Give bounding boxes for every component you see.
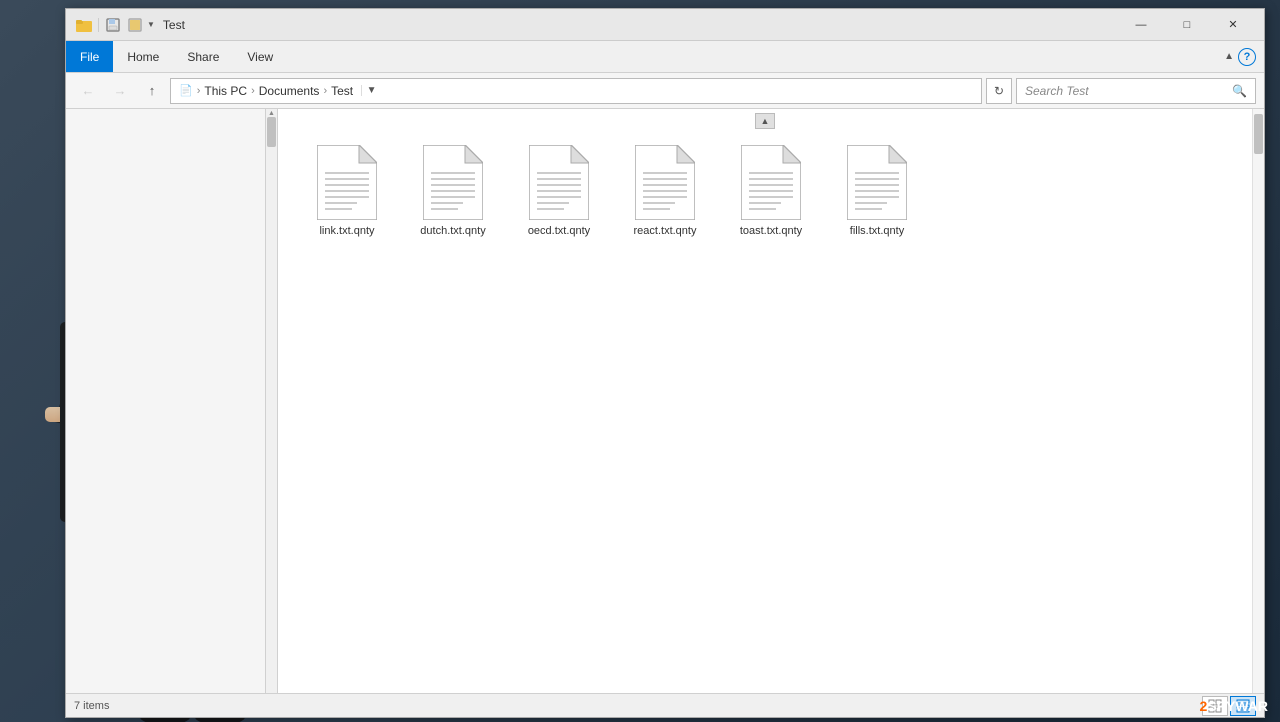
search-icon[interactable]: 🔍 [1232,84,1247,98]
address-dropdown-btn[interactable]: ▼ [361,85,381,96]
explorer-window: ▼ Test — □ ✕ File Home Share View ▲ ? ← … [65,8,1265,718]
address-documents[interactable]: Documents [259,84,320,98]
content-area: ▲ ▲ [66,109,1264,693]
item-count: 7 items [74,700,109,712]
search-input[interactable] [1025,84,1228,98]
branding: 2SPYWAR [1200,698,1268,714]
back-button[interactable]: ← [74,77,102,105]
search-box[interactable]: 🔍 [1016,78,1256,104]
menu-file-tab[interactable]: File [66,41,113,72]
file-name: oecd.txt.qnty [528,224,590,238]
undo-icon[interactable] [125,15,145,35]
file-name: react.txt.qnty [634,224,697,238]
menu-bar: File Home Share View ▲ ? [66,41,1264,73]
file-icon [423,145,483,220]
nav-scrollbar-thumb [267,117,276,147]
address-test[interactable]: Test [331,84,353,98]
file-name: dutch.txt.qnty [420,224,485,238]
files-grid: link.txt.qnty [286,117,1244,258]
folder-icon[interactable] [74,15,94,35]
help-icon[interactable]: ? [1238,48,1256,66]
scroll-up-button[interactable]: ▲ [755,113,775,129]
vertical-scrollbar[interactable] [1252,109,1264,693]
file-icon [847,145,907,220]
qat-divider [98,18,99,32]
address-bar[interactable]: 📄 › This PC › Documents › Test ▼ [170,78,982,104]
minimize-button[interactable]: — [1118,9,1164,41]
file-icon [317,145,377,220]
menu-home[interactable]: Home [113,41,173,72]
address-sep3: › [323,85,327,97]
address-this-pc[interactable]: This PC [204,84,247,98]
window-controls: — □ ✕ [1118,9,1256,41]
file-item[interactable]: link.txt.qnty [302,141,392,242]
nav-scroll-up[interactable]: ▲ [266,109,277,117]
address-sep2: › [251,85,255,97]
nav-scrollbar[interactable]: ▲ [266,109,278,693]
status-bar: 7 items [66,693,1264,717]
file-icon [635,145,695,220]
file-icon [529,145,589,220]
forward-button[interactable]: → [106,77,134,105]
file-item[interactable]: react.txt.qnty [620,141,710,242]
up-button[interactable]: ↑ [138,77,166,105]
toolbar: ← → ↑ 📄 › This PC › Documents › Test ▼ ↻… [66,73,1264,109]
window-title: Test [163,18,1118,32]
menu-share[interactable]: Share [173,41,233,72]
quick-access-toolbar: ▼ [74,15,155,35]
file-item[interactable]: dutch.txt.qnty [408,141,498,242]
file-item[interactable]: fills.txt.qnty [832,141,922,242]
branding-name: SPYWAR [1207,698,1268,714]
address-sep1: › [197,85,201,97]
qat-dropdown-arrow[interactable]: ▼ [147,20,155,29]
menu-expand-arrow[interactable]: ▲ [1224,51,1234,62]
file-icon [741,145,801,220]
scrollbar-thumb [1254,114,1263,154]
file-name: fills.txt.qnty [850,224,904,238]
title-bar: ▼ Test — □ ✕ [66,9,1264,41]
file-item[interactable]: oecd.txt.qnty [514,141,604,242]
menu-view[interactable]: View [233,41,287,72]
file-name: toast.txt.qnty [740,224,802,238]
file-area: ▲ [278,109,1252,693]
menu-bar-right: ▲ ? [1224,41,1264,72]
maximize-button[interactable]: □ [1164,9,1210,41]
close-button[interactable]: ✕ [1210,9,1256,41]
refresh-button[interactable]: ↻ [986,78,1012,104]
save-icon[interactable] [103,15,123,35]
nav-pane [66,109,266,693]
address-computer-icon: 📄 [179,84,193,97]
file-item[interactable]: toast.txt.qnty [726,141,816,242]
file-name: link.txt.qnty [319,224,374,238]
